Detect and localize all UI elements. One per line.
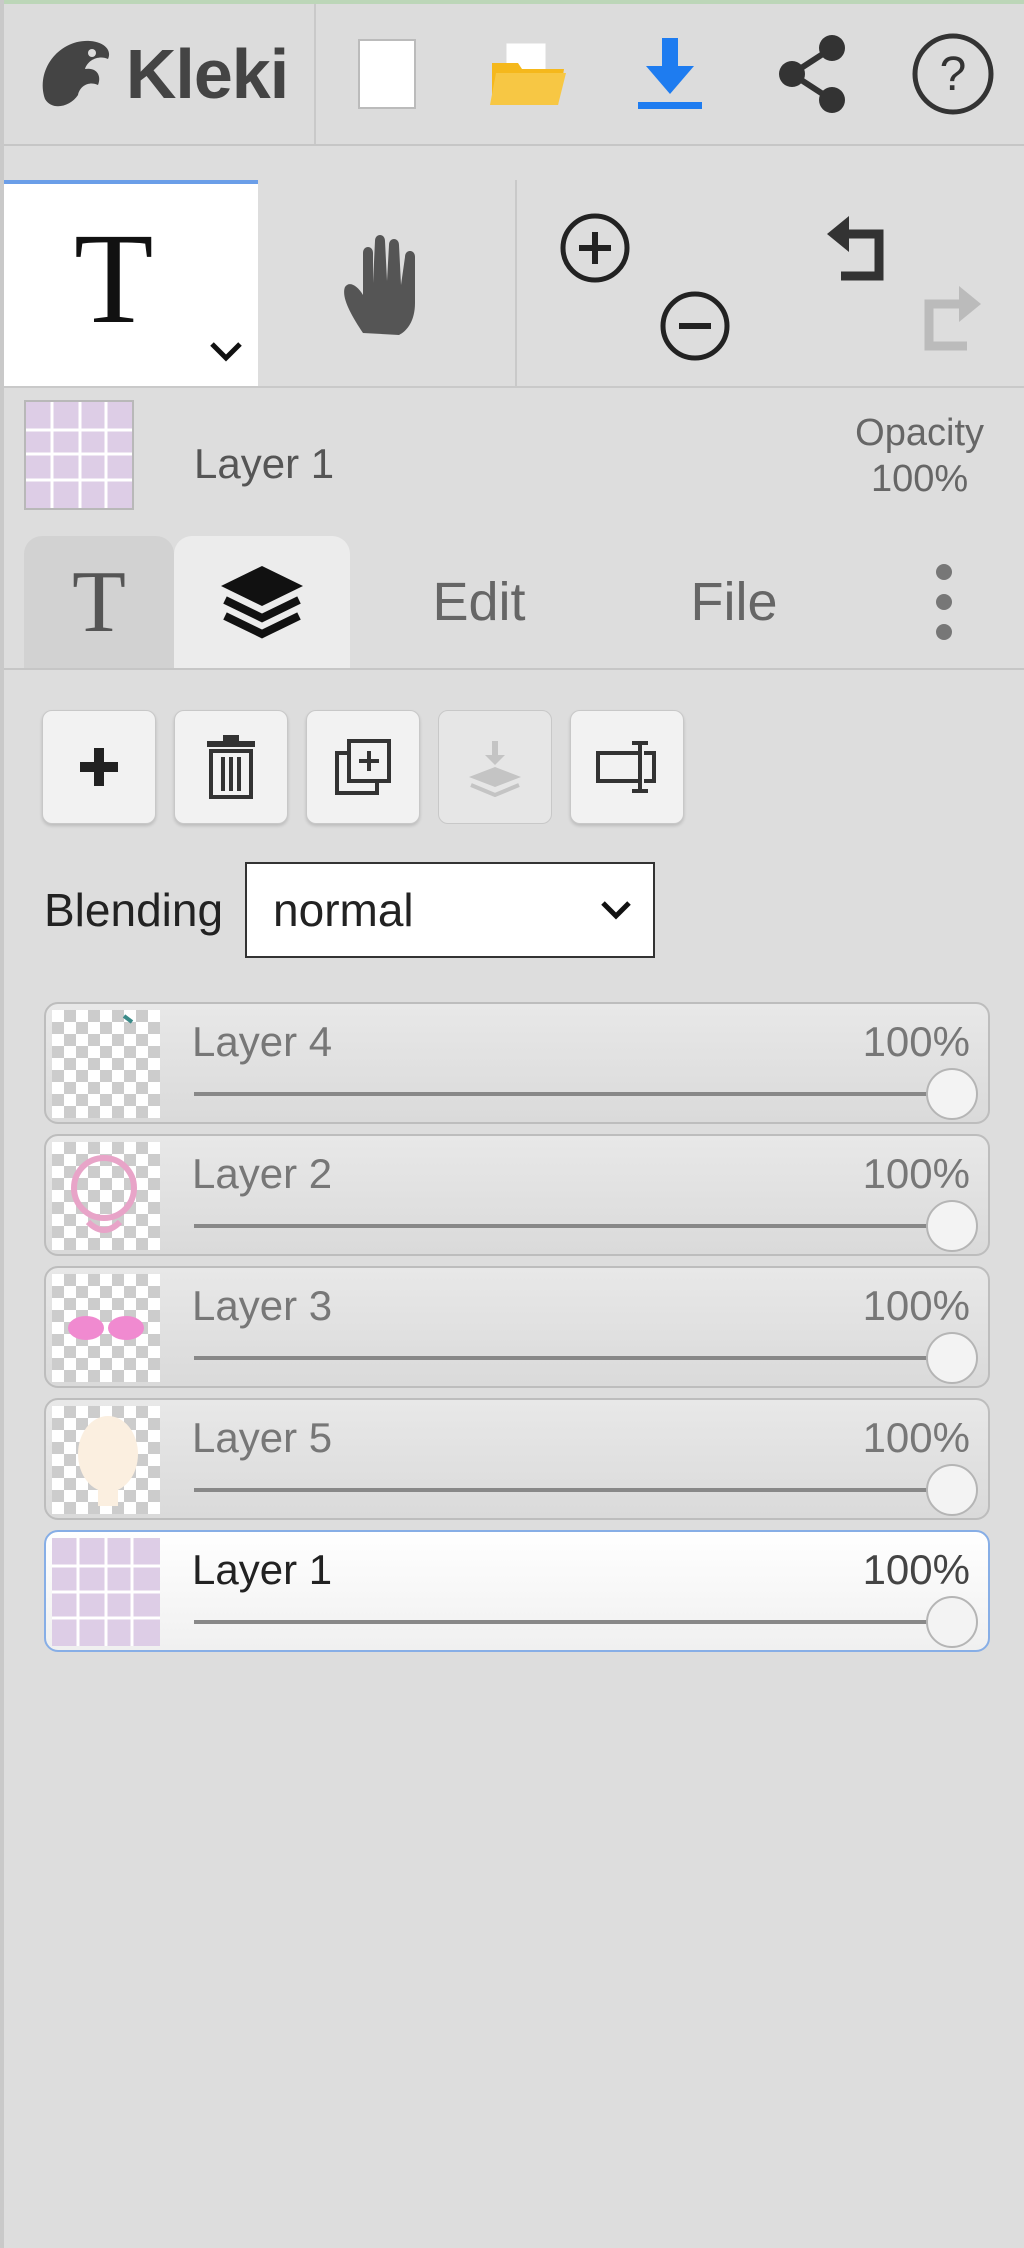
redo-icon[interactable] xyxy=(909,280,989,360)
layer-opacity: 100% xyxy=(862,1546,970,1593)
kleki-logo-icon xyxy=(42,40,109,107)
tab-file[interactable]: File xyxy=(624,536,844,668)
layer-thumbnail xyxy=(52,1406,160,1514)
new-document-button[interactable] xyxy=(337,24,437,124)
slider-fill xyxy=(194,1488,948,1492)
tab-edit[interactable]: Edit xyxy=(374,536,584,668)
slider-fill xyxy=(194,1224,948,1228)
panel-tabs: T Edit File xyxy=(4,536,1024,670)
undo-icon[interactable] xyxy=(819,210,899,290)
rename-layer-button[interactable] xyxy=(570,710,684,824)
tool-row: T xyxy=(4,180,1024,388)
open-file-button[interactable] xyxy=(478,24,578,124)
duplicate-icon xyxy=(335,739,391,795)
add-layer-button[interactable] xyxy=(42,710,156,824)
new-document-icon xyxy=(357,39,416,109)
opacity-value: 100% xyxy=(870,458,969,500)
app-logo[interactable]: Kleki xyxy=(4,4,316,144)
layer-item[interactable]: Layer 3 100% xyxy=(44,1266,990,1388)
layer-name: Layer 2 xyxy=(192,1150,333,1197)
layers-panel: Blending normal Layer 4 100% Layer 2 100… xyxy=(4,670,1024,2248)
zoom-out-icon[interactable] xyxy=(657,288,733,364)
layer-opacity: 100% xyxy=(862,1282,970,1329)
layer-thumbnail xyxy=(52,1010,160,1118)
hand-icon xyxy=(343,235,415,335)
slider-knob[interactable] xyxy=(926,1200,978,1252)
layer-name: Layer 3 xyxy=(192,1282,333,1329)
layer-opacity: 100% xyxy=(862,1414,970,1461)
chevron-down-icon xyxy=(601,901,631,920)
slider-knob[interactable] xyxy=(926,1068,978,1120)
layer-list: Layer 4 100% Layer 2 100% Layer 3 100% L… xyxy=(44,1002,990,1662)
opacity-slider[interactable] xyxy=(194,1596,978,1648)
layer-actions xyxy=(42,710,684,824)
delete-layer-button[interactable] xyxy=(174,710,288,824)
save-download-button[interactable] xyxy=(620,24,720,124)
layer-thumbnail xyxy=(52,1274,160,1382)
rename-icon xyxy=(596,741,656,793)
app-name: Kleki xyxy=(125,35,289,113)
hand-tool-button[interactable] xyxy=(260,180,517,386)
text-tool-glyph: T xyxy=(74,207,154,351)
layer-opacity: 100% xyxy=(862,1150,970,1197)
chevron-down-icon[interactable] xyxy=(206,338,246,366)
share-icon xyxy=(778,35,845,113)
opacity-slider[interactable] xyxy=(194,1332,978,1384)
slider-knob[interactable] xyxy=(926,1464,978,1516)
more-icon xyxy=(936,564,952,640)
text-icon: T xyxy=(72,553,126,651)
tab-layers[interactable] xyxy=(174,536,350,668)
layer-name: Layer 1 xyxy=(192,1546,333,1593)
layer-thumbnail xyxy=(52,1538,160,1646)
svg-text:?: ? xyxy=(940,48,967,101)
current-layer-thumbnail[interactable] xyxy=(24,400,134,510)
layer-item[interactable]: Layer 5 100% xyxy=(44,1398,990,1520)
help-button[interactable]: ? xyxy=(903,24,1003,124)
blending-value: normal xyxy=(273,884,414,936)
layer-item[interactable]: Layer 4 100% xyxy=(44,1002,990,1124)
layer-item[interactable]: Layer 2 100% xyxy=(44,1134,990,1256)
opacity-slider[interactable] xyxy=(194,1068,978,1120)
layer-thumbnail xyxy=(52,1142,160,1250)
layer-name: Layer 4 xyxy=(192,1018,333,1065)
slider-knob[interactable] xyxy=(926,1332,978,1384)
opacity-label: Opacity xyxy=(855,412,984,454)
tab-more[interactable] xyxy=(884,536,1004,668)
download-icon xyxy=(637,38,702,109)
current-layer-opacity: Opacity 100% xyxy=(855,410,984,502)
trash-icon xyxy=(207,735,255,799)
current-layer-info: Layer 1 Opacity 100% xyxy=(4,392,1024,532)
text-tool-button[interactable]: T xyxy=(4,180,258,386)
share-button[interactable] xyxy=(762,24,862,124)
blending-row: Blending normal xyxy=(44,862,656,958)
duplicate-layer-button[interactable] xyxy=(306,710,420,824)
slider-fill xyxy=(194,1356,948,1360)
layers-icon xyxy=(221,566,303,639)
merge-down-button[interactable] xyxy=(438,710,552,824)
tab-tool-settings[interactable]: T xyxy=(24,536,174,668)
open-folder-icon xyxy=(490,42,567,105)
plus-icon xyxy=(80,748,118,786)
zoom-controls xyxy=(517,180,767,386)
history-controls xyxy=(769,180,1024,386)
layer-item-selected[interactable]: Layer 1 100% xyxy=(44,1530,990,1652)
layer-name: Layer 5 xyxy=(192,1414,333,1461)
merge-down-icon xyxy=(469,741,521,797)
layer-1-preview xyxy=(26,402,132,508)
blending-select[interactable]: normal xyxy=(245,862,656,958)
current-layer-name: Layer 1 xyxy=(194,440,335,487)
layer-opacity: 100% xyxy=(862,1018,970,1065)
zoom-in-icon[interactable] xyxy=(557,210,633,286)
blending-label: Blending xyxy=(44,884,224,936)
opacity-slider[interactable] xyxy=(194,1200,978,1252)
slider-fill xyxy=(194,1620,948,1624)
top-bar: Kleki ? xyxy=(4,4,1024,146)
slider-fill xyxy=(194,1092,948,1096)
slider-knob[interactable] xyxy=(926,1596,978,1648)
opacity-slider[interactable] xyxy=(194,1464,978,1516)
help-icon: ? xyxy=(912,33,994,115)
